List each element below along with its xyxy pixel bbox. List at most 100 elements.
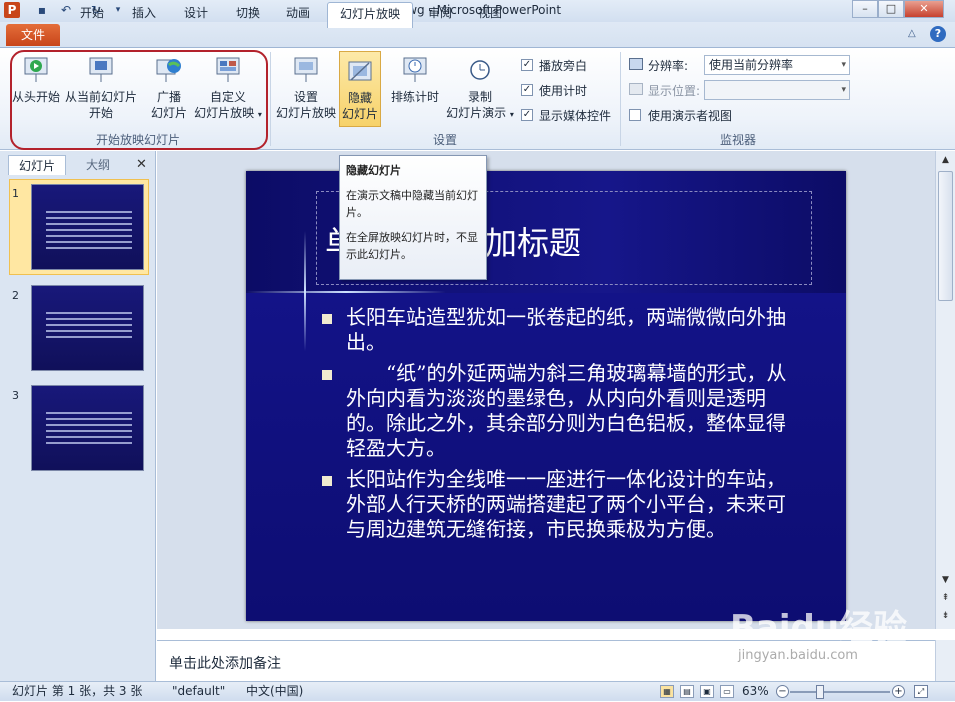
slide-number: 1 [12,187,19,200]
baidu-watermark-url: jingyan.baidu.com [738,648,858,663]
light-flare [304,231,306,351]
tab-insert[interactable]: 插入 [122,2,166,26]
notes-placeholder: 单击此处添加备注 [169,656,281,672]
tooltip-text: 在全屏放映幻灯片时，不显示此幻灯片。 [346,231,478,261]
bullet-item[interactable]: 长阳站作为全线唯一一座进行一体化设计的车站，外部人行天桥的两端搭建起了两个小平台… [322,467,792,542]
group-separator [620,52,621,146]
hide-slide-label-1: 隐藏 [347,91,372,105]
close-button[interactable]: ✕ [904,0,944,18]
tab-file[interactable]: 文件 [6,24,60,46]
close-panel-icon[interactable]: ✕ [136,157,147,172]
show-media-controls-label: 显示媒体控件 [539,109,612,123]
slide-sorter-icon[interactable]: ▤ [680,685,694,698]
bullet-text: “纸”的外延两端为斜三角玻璃幕墙的形式，从外向内看为淡淡的墨绿色，从内向外看则是… [346,361,787,460]
zoom-in-icon[interactable]: + [892,685,905,698]
notes-scrollbar[interactable] [935,640,955,681]
slide-number: 3 [12,389,19,402]
dropdown-arrow-icon: ▾ [509,110,514,119]
vertical-scrollbar[interactable]: ▲ ▼ ⇞ ⇟ [935,151,955,629]
baidu-watermark: Baidu经验 [730,608,908,648]
reading-view-icon[interactable]: ▣ [700,685,714,698]
play-narrations-checkbox[interactable]: ✓ [521,59,533,71]
slideshow-view-icon[interactable]: ▭ [720,685,734,698]
tab-outline[interactable]: 大纲 [70,155,126,175]
group-separator [270,52,271,146]
group-label-monitors: 监视器 [719,133,756,147]
hide-slide-icon [348,61,372,81]
slide-thumbnail-3[interactable] [31,385,144,471]
slide-number: 2 [12,289,19,302]
bullet-square-icon [322,476,332,486]
scroll-thumb[interactable] [938,171,953,301]
record-slideshow-button[interactable]: 录制 幻灯片演示 ▾ [444,52,516,122]
chevron-down-icon: ▾ [841,85,846,95]
slide-thumbnail-2[interactable] [31,285,144,371]
chevron-down-icon: ▾ [841,60,846,70]
collapse-ribbon-icon[interactable]: △ [908,28,916,39]
rehearse-timings-button[interactable]: 排练计时 [387,52,443,122]
resolution-select[interactable]: 使用当前分辨率 ▾ [704,55,850,75]
setup-label-1: 设置 [293,90,318,104]
bullet-square-icon [322,314,332,324]
record-slideshow-icon [470,60,490,80]
maximize-button[interactable]: □ [878,0,904,18]
tab-design[interactable]: 设计 [174,2,218,26]
normal-view-icon[interactable]: ▦ [660,685,674,698]
use-timings-label: 使用计时 [539,84,588,98]
zoom-slider-track[interactable] [790,691,890,693]
minimize-button[interactable]: – [852,0,878,18]
show-on-label: 显示位置: [648,84,701,98]
record-label-1: 录制 [467,90,492,104]
resolution-label: 分辨率: [648,59,689,73]
tab-animations[interactable]: 动画 [276,2,320,26]
tab-transitions[interactable]: 切换 [226,2,270,26]
tab-slides[interactable]: 幻灯片 [8,155,66,175]
tab-view[interactable]: 视图 [468,2,512,26]
hide-slide-label-2: 幻灯片 [341,107,378,121]
powerpoint-logo-icon[interactable]: P [4,2,20,18]
slide-canvas[interactable]: 单击此处添加标题 长阳车站造型犹如一张卷起的纸，两端微微向外抽出。 “纸”的外延… [246,171,846,621]
slide-thumbnail-1[interactable] [31,184,144,270]
hide-slide-button[interactable]: 隐藏 幻灯片 [339,51,381,127]
light-flare [246,291,446,293]
setup-slideshow-button[interactable]: 设置 幻灯片放映 [274,52,338,122]
setup-slideshow-icon [294,57,318,82]
next-slide-icon[interactable]: ⇟ [938,609,953,623]
fit-to-window-icon[interactable]: ⤢ [914,685,928,698]
save-icon[interactable]: ▪ [34,2,50,18]
scroll-down-icon[interactable]: ▼ [938,573,953,587]
tab-slideshow[interactable]: 幻灯片放映 [327,2,413,28]
show-media-controls-checkbox[interactable]: ✓ [521,109,533,121]
bullet-text: 长阳车站造型犹如一张卷起的纸，两端微微向外抽出。 [346,305,786,354]
tooltip-text: 在演示文稿中隐藏当前幻灯片。 [346,189,478,219]
use-timings-checkbox[interactable]: ✓ [521,84,533,96]
scroll-up-icon[interactable]: ▲ [938,153,953,167]
language-status[interactable]: 中文(中国) [246,682,303,702]
resolution-icon [629,58,643,70]
zoom-out-icon[interactable]: − [776,685,789,698]
rehearse-timings-icon [403,57,427,82]
rehearse-label: 排练计时 [390,90,439,104]
previous-slide-icon[interactable]: ⇞ [938,591,953,605]
show-on-select[interactable]: ▾ [704,80,850,100]
group-label-setup: 设置 [432,133,457,147]
slide-count-status: 幻灯片 第 1 张，共 3 张 [12,684,143,698]
help-icon[interactable]: ? [930,26,946,42]
theme-status: "default" [172,684,226,698]
zoom-level[interactable]: 63% [742,682,769,702]
zoom-slider-handle[interactable] [816,685,824,699]
bullet-item[interactable]: “纸”的外延两端为斜三角玻璃幕墙的形式，从外向内看为淡淡的墨绿色，从内向外看则是… [322,361,792,461]
bullet-item[interactable]: 长阳车站造型犹如一张卷起的纸，两端微微向外抽出。 [322,305,792,355]
hide-slide-tooltip: 隐藏幻灯片 在演示文稿中隐藏当前幻灯片。 在全屏放映幻灯片时，不显示此幻灯片。 [339,155,487,280]
annotation-highlight-circle [10,50,268,150]
presenter-view-label: 使用演示者视图 [648,109,733,123]
record-label-2: 幻灯片演示 ▾ [446,106,514,120]
play-narrations-label: 播放旁白 [539,59,588,73]
tooltip-title: 隐藏幻灯片 [346,164,401,177]
bullet-square-icon [322,370,332,380]
presenter-view-checkbox[interactable] [629,109,641,121]
monitor-icon [629,83,643,95]
tab-home[interactable]: 开始 [70,2,114,26]
resolution-value: 使用当前分辨率 [709,58,794,72]
tab-review[interactable]: 审阅 [418,2,462,26]
